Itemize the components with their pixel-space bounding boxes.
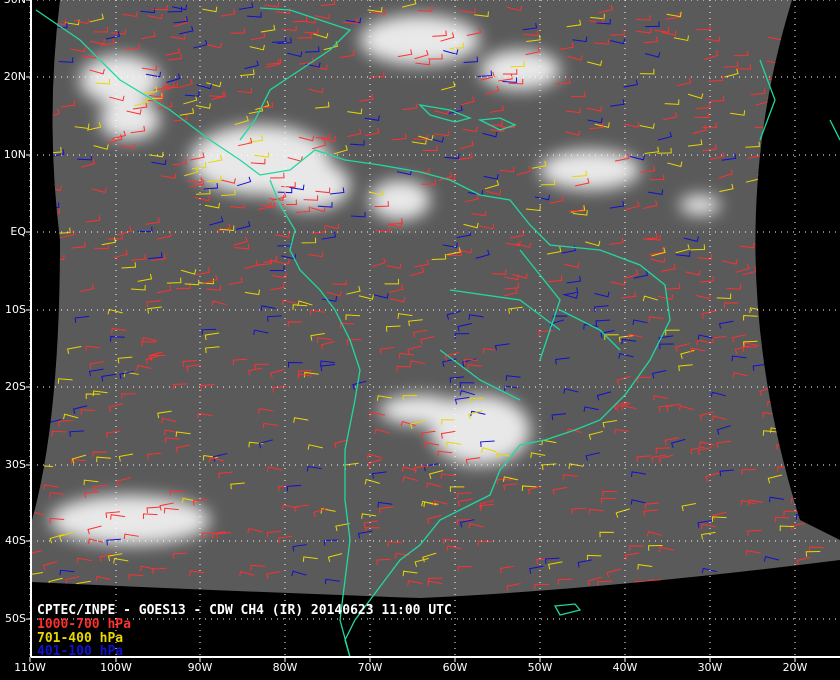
wind-barb <box>800 501 816 507</box>
wind-barb <box>804 148 821 155</box>
wind-barb <box>794 323 810 330</box>
wind-barb <box>765 343 781 350</box>
wind-barb <box>806 414 822 421</box>
wind-barb <box>807 385 823 391</box>
lat-label: 10N <box>3 148 26 161</box>
wind-barb <box>802 4 818 11</box>
wind-barb <box>810 325 826 332</box>
cloud <box>370 180 430 220</box>
wind-barb <box>760 574 776 582</box>
lon-label: 70W <box>357 661 383 674</box>
wind-barb <box>763 200 778 209</box>
wind-barb <box>759 217 775 226</box>
wind-barb <box>798 377 814 385</box>
map-title: CPTEC/INPE - GOES13 - CDW CH4 (IR) 20140… <box>37 603 452 618</box>
lon-label: 80W <box>272 661 298 674</box>
wind-barb <box>801 144 817 151</box>
wind-barb <box>771 280 787 287</box>
lat-label: 20N <box>3 70 26 83</box>
lon-label: 90W <box>187 661 213 674</box>
cloud <box>380 395 460 425</box>
lon-label: 40W <box>612 661 638 674</box>
wind-barb <box>795 342 811 349</box>
lon-label: 100W <box>100 661 132 674</box>
wind-barb <box>783 70 798 78</box>
cloud <box>100 100 160 140</box>
wind-barb <box>807 255 822 264</box>
wind-barb <box>733 573 748 583</box>
lon-label: 110W <box>14 661 46 674</box>
wind-barb <box>792 36 808 43</box>
wind-barb <box>808 143 824 153</box>
wind-barb <box>789 138 805 145</box>
wind-barb <box>774 345 789 356</box>
cloud <box>680 195 720 215</box>
wind-barb <box>805 471 820 481</box>
map-canvas <box>26 0 840 662</box>
wind-barb <box>795 396 810 405</box>
wind-barb <box>809 99 825 109</box>
legend-low-level: 1000-700 hPa <box>37 617 131 632</box>
wind-barb <box>806 229 821 236</box>
wind-barb <box>796 50 811 59</box>
wind-barb <box>779 112 794 119</box>
satellite-wind-map: 30N 20N 10N EQ 10S 20S 30S 40S 50S 110W 100W 90W 80… <box>0 0 840 680</box>
wind-barb <box>819 198 834 207</box>
wind-barb <box>806 457 822 463</box>
wind-barb <box>823 183 839 192</box>
lat-label: EQ <box>10 225 26 238</box>
wind-barb <box>785 419 801 428</box>
wind-barb <box>801 204 817 214</box>
wind-barb <box>800 304 815 313</box>
wind-barb <box>781 94 797 102</box>
wind-barb <box>763 156 778 165</box>
legend-high-level: 401-100 hPa <box>37 644 124 659</box>
wind-barb <box>793 324 809 330</box>
lon-label: 20W <box>782 661 808 674</box>
lon-label: 50W <box>527 661 553 674</box>
wind-barb <box>799 262 815 269</box>
wind-barb <box>825 14 840 24</box>
wind-barb <box>776 180 792 190</box>
lat-label: 30N <box>2 0 26 6</box>
wind-barb <box>772 257 788 264</box>
wind-barb <box>820 283 836 291</box>
lat-label: 10S <box>5 303 26 316</box>
wind-barb <box>823 250 839 257</box>
lat-label: 20S <box>5 380 26 393</box>
wind-barb <box>774 348 790 354</box>
lat-label: 40S <box>5 534 26 547</box>
cloud <box>50 495 210 545</box>
wind-barb <box>787 38 803 45</box>
wind-barb <box>781 68 797 75</box>
lon-label: 30W <box>697 661 723 674</box>
lon-label: 60W <box>442 661 468 674</box>
wind-barb <box>803 354 819 361</box>
wind-barb <box>803 381 819 387</box>
wind-barb <box>787 185 802 192</box>
cloud <box>270 160 350 210</box>
wind-barb <box>757 307 773 313</box>
wind-barb <box>782 91 797 100</box>
wind-barb <box>818 196 834 203</box>
wind-barb <box>739 575 755 584</box>
wind-barb <box>813 337 829 344</box>
lat-label: 30S <box>5 458 26 471</box>
wind-barb <box>759 151 775 157</box>
wind-barb <box>761 169 777 175</box>
lat-label: 50S <box>5 612 26 625</box>
coastline <box>553 603 582 616</box>
